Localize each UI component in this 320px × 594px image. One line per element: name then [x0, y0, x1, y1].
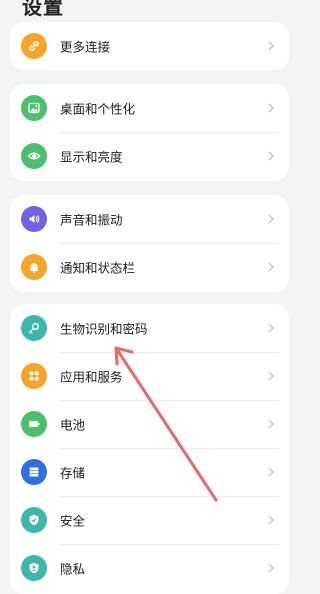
apps-icon	[21, 363, 47, 389]
settings-item-more-connections[interactable]: 更多连接	[10, 23, 289, 69]
page-title: 设置	[22, 0, 64, 19]
link-icon	[21, 33, 47, 59]
bell-icon	[21, 254, 47, 280]
settings-item-apps-services[interactable]: 应用和服务	[10, 353, 289, 399]
settings-item-label: 显示和亮度	[60, 149, 123, 165]
settings-item-label: 隐私	[60, 561, 86, 577]
settings-item-label: 桌面和个性化	[60, 101, 136, 117]
settings-item-notification-statusbar[interactable]: 通知和状态栏	[10, 244, 289, 290]
settings-item-desktop-personalization[interactable]: 桌面和个性化	[10, 85, 289, 131]
chevron-right-icon	[268, 563, 274, 573]
settings-item-storage[interactable]: 存储	[10, 449, 289, 495]
storage-icon	[21, 459, 47, 485]
settings-group-display: 桌面和个性化 显示和亮度	[10, 84, 289, 181]
settings-item-privacy[interactable]: 隐私	[10, 545, 289, 591]
settings-group-security: 生物识别和密码 应用和服务 电池 存储 安全 隐私	[10, 304, 289, 594]
settings-item-label: 存储	[60, 465, 86, 481]
settings-item-battery[interactable]: 电池	[10, 401, 289, 447]
settings-item-label: 通知和状态栏	[60, 260, 136, 276]
settings-item-label: 安全	[60, 513, 86, 529]
key-icon	[21, 315, 47, 341]
eye-icon	[21, 143, 47, 169]
settings-item-security[interactable]: 安全	[10, 497, 289, 543]
privacy-icon	[21, 555, 47, 581]
settings-item-label: 电池	[60, 417, 86, 433]
chevron-right-icon	[268, 515, 274, 525]
settings-item-sound-vibration[interactable]: 声音和振动	[10, 196, 289, 242]
chevron-right-icon	[268, 151, 274, 161]
chevron-right-icon	[268, 419, 274, 429]
chevron-right-icon	[268, 467, 274, 477]
sound-icon	[21, 206, 47, 232]
chevron-right-icon	[268, 323, 274, 333]
settings-item-label: 生物识别和密码	[60, 321, 148, 337]
settings-item-label: 声音和振动	[60, 212, 123, 228]
settings-item-biometrics-password[interactable]: 生物识别和密码	[10, 305, 289, 351]
chevron-right-icon	[268, 262, 274, 272]
chevron-right-icon	[268, 41, 274, 51]
chevron-right-icon	[268, 103, 274, 113]
chevron-right-icon	[268, 214, 274, 224]
settings-item-display-brightness[interactable]: 显示和亮度	[10, 133, 289, 179]
settings-item-label: 应用和服务	[60, 369, 123, 385]
battery-icon	[21, 411, 47, 437]
wallpaper-icon	[21, 95, 47, 121]
shield-icon	[21, 507, 47, 533]
settings-group-connections: 更多连接	[10, 22, 289, 70]
settings-group-sound-notification: 声音和振动 通知和状态栏	[10, 195, 289, 292]
settings-item-label: 更多连接	[60, 39, 111, 55]
chevron-right-icon	[268, 371, 274, 381]
